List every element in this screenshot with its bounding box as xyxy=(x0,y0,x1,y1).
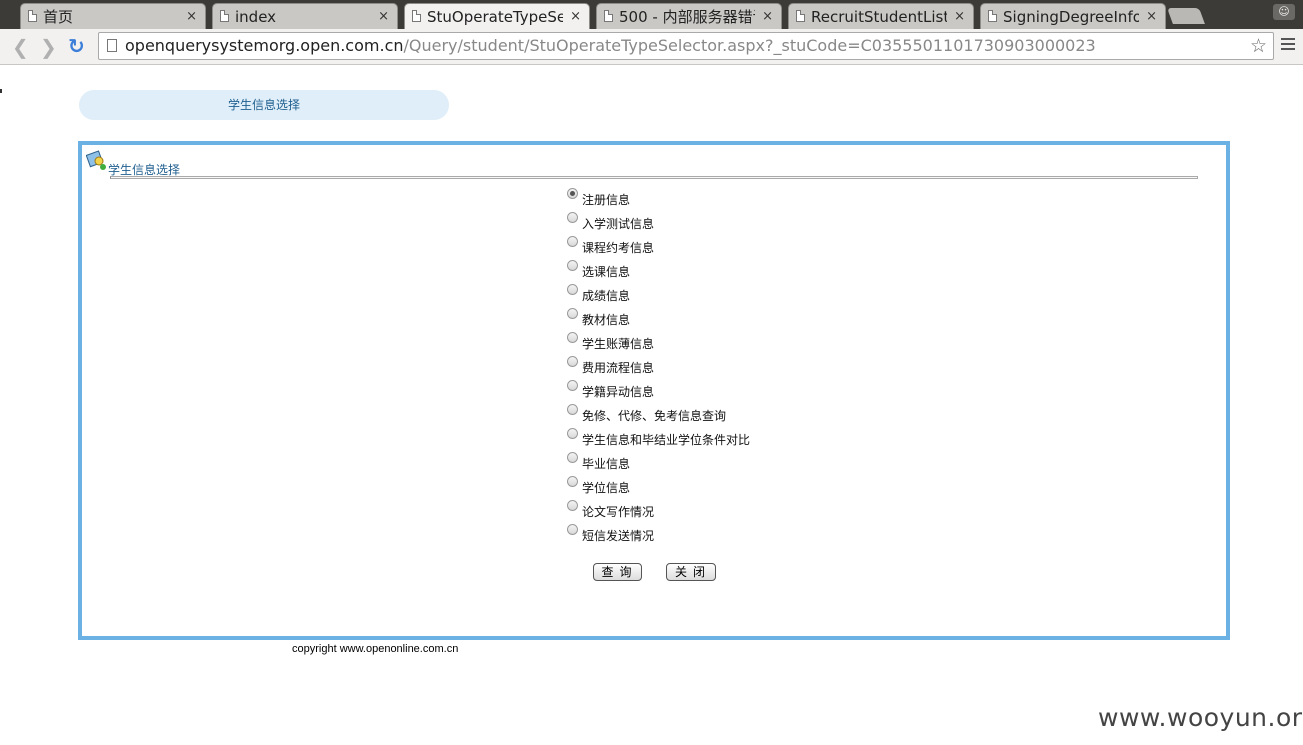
url-path: /Query/student/StuOperateTypeSelector.as… xyxy=(403,36,1096,55)
tab-close-icon[interactable]: × xyxy=(1146,4,1157,29)
option-course-selection[interactable]: 选课信息 xyxy=(567,260,750,284)
option-degree-comparison[interactable]: 学生信息和毕结业学位条件对比 xyxy=(567,428,750,452)
option-textbooks[interactable]: 教材信息 xyxy=(567,308,750,332)
page-icon xyxy=(988,10,997,22)
tab-close-icon[interactable]: × xyxy=(954,4,965,29)
option-label: 课程约考信息 xyxy=(582,241,655,255)
option-label: 注册信息 xyxy=(582,193,631,207)
selection-panel: 学生信息选择 注册信息 入学测试信息 课程约考信息 选课信息 成绩信息 教材信息… xyxy=(78,141,1230,640)
option-label: 毕业信息 xyxy=(582,457,631,471)
bookmark-star-icon[interactable]: ☆ xyxy=(1250,33,1267,59)
url-text[interactable]: openquerysystemorg.open.com.cn/Query/stu… xyxy=(125,33,1096,59)
page-icon xyxy=(796,10,805,22)
option-registration[interactable]: 注册信息 xyxy=(567,188,750,212)
radio-button[interactable] xyxy=(567,260,578,271)
browser-toolbar: ❮ ❯ ↻ openquerysystemorg.open.com.cn/Que… xyxy=(0,29,1303,65)
option-label: 学籍异动信息 xyxy=(582,385,655,399)
option-student-account[interactable]: 学生账薄信息 xyxy=(567,332,750,356)
new-tab-button[interactable] xyxy=(1167,8,1205,24)
option-sms[interactable]: 短信发送情况 xyxy=(567,524,750,548)
menu-icon[interactable] xyxy=(1281,38,1295,53)
option-fee-process[interactable]: 费用流程信息 xyxy=(567,356,750,380)
tab-close-icon[interactable]: × xyxy=(378,4,389,29)
option-label: 短信发送情况 xyxy=(582,529,655,543)
radio-button[interactable] xyxy=(567,380,578,391)
option-label: 学位信息 xyxy=(582,481,631,495)
radio-button[interactable] xyxy=(567,284,578,295)
option-label: 教材信息 xyxy=(582,313,631,327)
option-degree[interactable]: 学位信息 xyxy=(567,476,750,500)
url-host: openquerysystemorg.open.com.cn xyxy=(125,36,404,55)
option-list: 注册信息 入学测试信息 课程约考信息 选课信息 成绩信息 教材信息 学生账薄信息… xyxy=(567,188,750,548)
tab-label: StuOperateTypeSelector xyxy=(427,8,563,26)
reload-icon[interactable]: ↻ xyxy=(68,34,85,58)
copyright-text: copyright www.openonline.com.cn xyxy=(292,643,459,655)
radio-button[interactable] xyxy=(567,356,578,367)
radio-button[interactable] xyxy=(567,236,578,247)
option-label: 选课信息 xyxy=(582,265,631,279)
page-icon xyxy=(604,10,613,22)
option-grades[interactable]: 成绩信息 xyxy=(567,284,750,308)
tab-label: 500 - 内部服务器错误 xyxy=(619,8,755,26)
option-thesis[interactable]: 论文写作情况 xyxy=(567,500,750,524)
radio-button[interactable] xyxy=(567,524,578,535)
option-label: 费用流程信息 xyxy=(582,361,655,375)
radio-button[interactable] xyxy=(567,500,578,511)
tab-close-icon[interactable]: × xyxy=(762,4,773,29)
tab-strip: 首页 × index × StuOperateTypeSelector × 50… xyxy=(0,0,1303,29)
tab-500-error[interactable]: 500 - 内部服务器错误 × xyxy=(596,3,782,29)
window-edge-mark xyxy=(0,89,2,93)
tab-home[interactable]: 首页 × xyxy=(20,3,206,29)
address-bar[interactable]: openquerysystemorg.open.com.cn/Query/stu… xyxy=(98,32,1274,60)
tab-label: 首页 xyxy=(43,8,74,26)
radio-button[interactable] xyxy=(567,476,578,487)
option-label: 学生信息和毕结业学位条件对比 xyxy=(582,433,751,447)
option-exam-booking[interactable]: 课程约考信息 xyxy=(567,236,750,260)
page-icon xyxy=(220,10,229,22)
option-label: 入学测试信息 xyxy=(582,217,655,231)
page-icon xyxy=(28,10,37,22)
option-status-change[interactable]: 学籍异动信息 xyxy=(567,380,750,404)
option-label: 学生账薄信息 xyxy=(582,337,655,351)
radio-button[interactable] xyxy=(567,332,578,343)
divider xyxy=(110,176,1198,179)
tab-label: RecruitStudentList xyxy=(811,8,947,26)
radio-button[interactable] xyxy=(567,428,578,439)
student-info-icon xyxy=(86,150,106,170)
option-label: 免修、代修、免考信息查询 xyxy=(582,409,727,423)
tab-close-icon[interactable]: × xyxy=(570,4,581,29)
radio-button[interactable] xyxy=(567,188,578,199)
option-graduation[interactable]: 毕业信息 xyxy=(567,452,750,476)
page-header: 学生信息选择 xyxy=(79,90,449,120)
tab-label: SigningDegreeInfo xyxy=(1003,8,1139,26)
tab-signingdegreeinfo[interactable]: SigningDegreeInfo × xyxy=(980,3,1166,29)
option-exemption-query[interactable]: 免修、代修、免考信息查询 xyxy=(567,404,750,428)
radio-button[interactable] xyxy=(567,452,578,463)
radio-button[interactable] xyxy=(567,212,578,223)
option-label: 成绩信息 xyxy=(582,289,631,303)
radio-button[interactable] xyxy=(567,308,578,319)
close-button[interactable]: 关闭 xyxy=(666,563,716,581)
tab-index[interactable]: index × xyxy=(212,3,398,29)
back-icon[interactable]: ❮ xyxy=(12,35,29,59)
option-label: 论文写作情况 xyxy=(582,505,655,519)
page-icon xyxy=(107,39,117,52)
tab-close-icon[interactable]: × xyxy=(186,4,197,29)
page-title: 学生信息选择 xyxy=(227,98,300,112)
tab-stuoperatetypeselector[interactable]: StuOperateTypeSelector × xyxy=(404,3,590,29)
tab-recruitstudentlist[interactable]: RecruitStudentList × xyxy=(788,3,974,29)
page-icon xyxy=(412,10,421,22)
option-entrance-test[interactable]: 入学测试信息 xyxy=(567,212,750,236)
watermark: www.wooyun.org xyxy=(1098,703,1303,732)
query-button[interactable]: 查询 xyxy=(593,563,642,581)
radio-button[interactable] xyxy=(567,404,578,415)
forward-icon[interactable]: ❯ xyxy=(40,35,57,59)
user-icon[interactable]: ☺ xyxy=(1273,4,1295,20)
tab-label: index xyxy=(235,8,277,26)
